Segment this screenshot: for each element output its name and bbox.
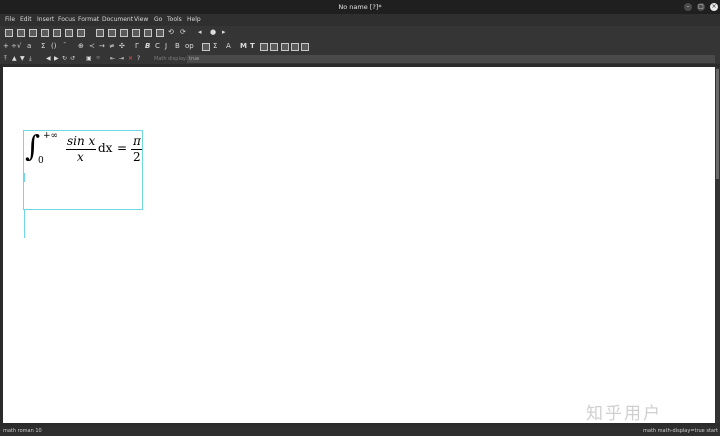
menu-file[interactable]: File [5,16,15,24]
tabular-icon[interactable] [291,43,299,51]
standard-toolbar: ⟲ ⟳ ◂ ● ▸ [0,26,720,40]
columns-icon[interactable] [301,43,309,51]
link-icon[interactable] [281,43,289,51]
accent-icon[interactable]: ¯ [63,42,67,51]
op-icon[interactable]: op [185,42,194,51]
paste-special-icon[interactable] [132,29,140,37]
calligraphic-icon[interactable]: C [155,42,160,51]
menu-bar: File Edit Insert Focus Format Document V… [0,14,720,26]
math-mode-icon[interactable]: + [3,42,9,51]
up-icon[interactable]: ▲ [12,54,17,63]
restore-icon[interactable]: ↺ [70,54,75,63]
math-display-label: Math display: [154,56,188,62]
brackets-icon[interactable]: () [51,42,56,51]
watermark: 知乎用户 [586,404,662,424]
minimize-button[interactable]: – [684,3,692,11]
rotate-icon[interactable]: ↻ [62,54,67,63]
menu-format[interactable]: Format [78,16,99,24]
top-icon[interactable]: ⤒ [4,54,7,63]
text-icon[interactable]: T [250,42,255,51]
text-style-icon[interactable]: A [226,42,231,51]
back-icon[interactable]: ◂ [198,28,202,37]
misc-symbol-icon[interactable]: ✣ [119,42,125,51]
save-as-icon[interactable] [41,29,49,37]
paragraph-marker [24,210,25,238]
menu-document[interactable]: Document [102,16,133,24]
greek-icon[interactable]: Γ [135,42,139,51]
math-display-field[interactable]: true [187,55,715,63]
equals-sign: = [117,141,128,155]
close-button[interactable]: × [710,3,718,11]
text-caret [24,173,25,182]
paste-icon[interactable] [120,29,128,37]
style-icon[interactable]: Σ [213,42,217,51]
redo-icon[interactable]: ⟳ [180,28,186,37]
insert-image-icon[interactable] [270,43,278,51]
print-icon[interactable] [53,29,61,37]
forward-icon[interactable]: ▸ [222,28,226,37]
open-icon[interactable] [17,29,25,37]
document-canvas[interactable]: ∫ 0 +∞ sin x x dx = π 2 知乎用户 [3,67,715,424]
cut-icon[interactable] [108,29,116,37]
sqrt-icon[interactable]: √ [17,42,21,51]
move-right-icon[interactable]: ▶ [54,54,59,63]
menu-focus[interactable]: Focus [58,16,75,24]
integral-upper-limit: +∞ [43,131,59,141]
menu-view[interactable]: View [134,16,148,24]
save-state-icon[interactable]: ▣ [86,54,92,63]
arrow-icon[interactable]: → [99,42,105,51]
context-toolbar: ⤒ ▲ ▼ ⤓ ◀ ▶ ↻ ↺ ▣ ≡ ⇤ ⇥ ✕ ? Math display… [0,54,720,64]
operator-icon[interactable]: ⊕ [78,42,84,51]
menu-help[interactable]: Help [187,16,201,24]
differential: dx [98,141,113,155]
status-right: math math-display=true start [643,428,718,434]
fraction-denominator: x [77,150,84,164]
table-icon[interactable] [202,43,210,51]
bold-icon[interactable]: B [145,42,150,51]
insert-right-icon[interactable]: ⇥ [119,54,124,63]
fraction-icon[interactable]: ÷ [11,42,17,51]
not-equal-icon[interactable]: ≠ [109,42,115,51]
rhs-numerator: π [133,134,141,148]
down-icon[interactable]: ▼ [20,54,25,63]
replace-icon[interactable] [156,29,164,37]
status-left: math roman 10 [3,428,42,434]
fraction-numerator: sin x [67,134,96,148]
wrap-icon[interactable]: ≡ [96,54,100,63]
integral-lower-limit: 0 [38,156,44,166]
window-title: No name [?]* [338,3,382,11]
save-icon[interactable] [29,29,37,37]
rhs-denominator: 2 [133,150,141,164]
export-icon[interactable] [77,29,85,37]
subscript-icon[interactable]: a [27,42,31,51]
move-left-icon[interactable]: ◀ [46,54,51,63]
sum-icon[interactable]: Σ [41,42,45,51]
insert-left-icon[interactable]: ⇤ [110,54,115,63]
new-document-icon[interactable] [5,29,13,37]
vertical-scrollbar[interactable] [715,67,720,423]
fraktur-icon[interactable]: J [165,42,167,51]
math-toolbar: + ÷ √ a Σ () ¯ ⊕ ≺ → ≠ ✣ Γ B C J B op Σ … [0,40,720,54]
menu-go[interactable]: Go [154,16,162,24]
undo-icon[interactable]: ⟲ [168,28,174,37]
preview-icon[interactable] [65,29,73,37]
menu-tools[interactable]: Tools [167,16,182,24]
delete-icon[interactable]: ✕ [128,54,133,63]
menu-edit[interactable]: Edit [20,16,32,24]
help-icon[interactable]: ? [137,54,140,63]
double-struck-icon[interactable]: B [175,42,180,51]
maximize-button[interactable]: □ [697,3,705,11]
bottom-icon[interactable]: ⤓ [29,54,32,63]
relation-icon[interactable]: ≺ [89,42,95,51]
menu-insert[interactable]: Insert [37,16,54,24]
formula[interactable]: ∫ 0 +∞ sin x x dx = π 2 [25,129,143,171]
copy-icon[interactable] [96,29,104,37]
find-icon[interactable] [144,29,152,37]
math-text-icon[interactable]: M [240,42,247,51]
scrollbar-thumb[interactable] [716,69,719,179]
title-bar: No name [?]* – □ × [0,0,720,14]
matrix-icon[interactable] [260,43,268,51]
globe-icon[interactable]: ● [210,28,216,37]
status-bar: math roman 10 math math-display=true sta… [0,426,720,436]
